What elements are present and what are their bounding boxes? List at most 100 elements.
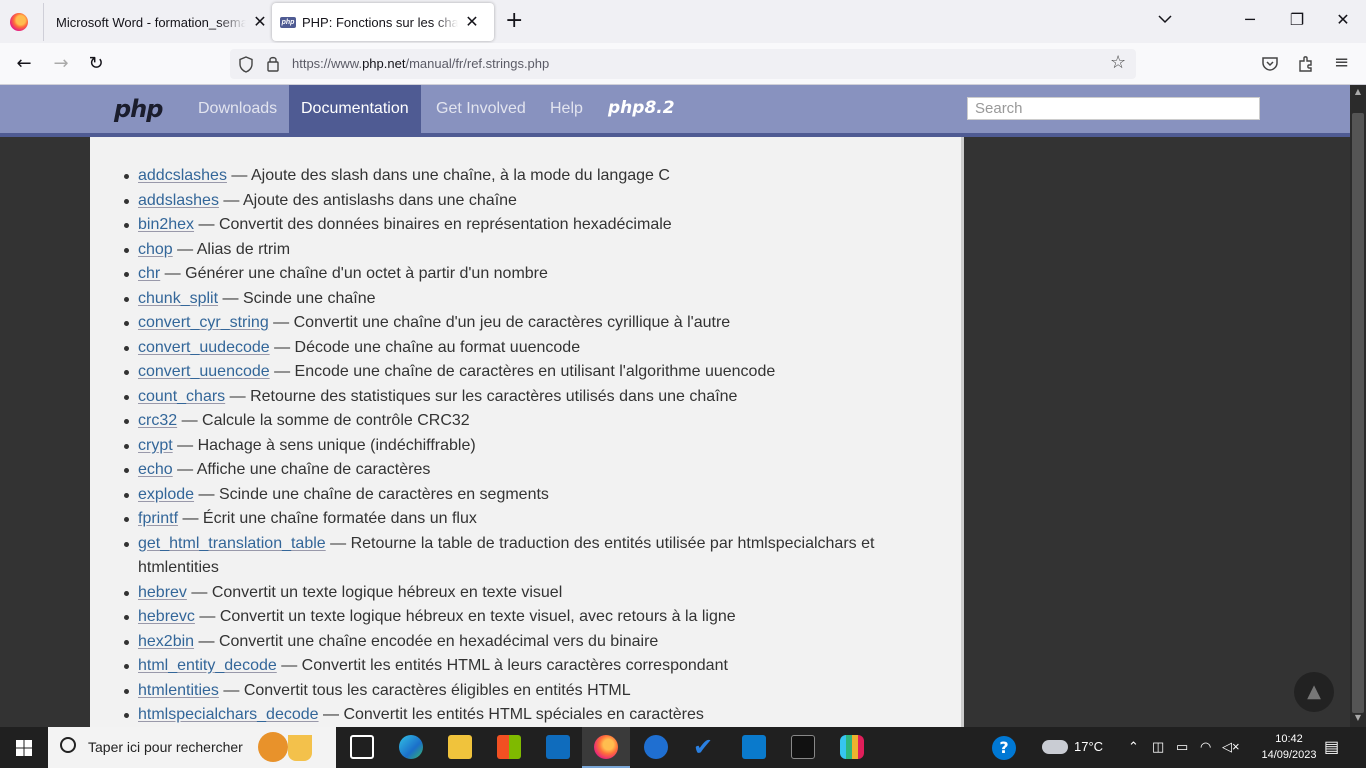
function-link[interactable]: convert_uudecode	[138, 339, 270, 356]
url-text[interactable]: https://www.php.net/manual/fr/ref.string…	[292, 56, 549, 71]
list-item: hex2bin — Convertit une chaîne encodée e…	[124, 630, 938, 655]
slack-icon[interactable]	[840, 735, 864, 759]
tab-title: PHP: Fonctions sur les chaînes de caract…	[302, 14, 458, 30]
function-description: — Affiche une chaîne de caractères	[172, 461, 431, 478]
list-item: htmlspecialchars_decode — Convertit les …	[124, 703, 938, 728]
function-link[interactable]: chunk_split	[138, 290, 218, 307]
function-link[interactable]: explode	[138, 486, 194, 503]
task-view-icon[interactable]	[350, 735, 374, 759]
reload-icon[interactable]: ↻	[85, 53, 107, 75]
php-version-banner[interactable]: php8.2	[608, 98, 675, 118]
function-link[interactable]: get_html_translation_table	[138, 535, 326, 552]
thunderbird-icon[interactable]	[644, 735, 668, 759]
battery-icon[interactable]: ▭	[1176, 739, 1188, 755]
meet-now-icon[interactable]: ◫	[1152, 739, 1164, 755]
search-icon	[60, 737, 76, 753]
function-link[interactable]: hebrevc	[138, 608, 195, 625]
notifications-icon[interactable]: ▤	[1324, 737, 1339, 757]
store-icon[interactable]	[497, 735, 521, 759]
nav-documentation[interactable]: Documentation	[289, 85, 421, 133]
function-link[interactable]: chop	[138, 241, 173, 258]
list-item: convert_uudecode — Décode une chaîne au …	[124, 336, 938, 361]
scroll-down-icon[interactable]: ▼	[1350, 713, 1366, 722]
function-link[interactable]: crc32	[138, 412, 177, 429]
tab-php[interactable]: php PHP: Fonctions sur les chaînes de ca…	[272, 3, 494, 41]
firefox-taskbar-button[interactable]	[582, 727, 630, 768]
function-link[interactable]: bin2hex	[138, 216, 194, 233]
php-header: php Downloads Documentation Get Involved…	[0, 85, 1350, 133]
search-input[interactable]: Search	[967, 97, 1260, 120]
extensions-icon[interactable]	[1297, 55, 1315, 73]
function-link[interactable]: hebrev	[138, 584, 187, 601]
scrollbar-thumb[interactable]	[1352, 113, 1364, 713]
close-window-icon[interactable]: ✕	[1333, 10, 1353, 29]
function-link[interactable]: htmlentities	[138, 682, 219, 699]
function-link[interactable]: htmlspecialchars_decode	[138, 706, 319, 723]
url-bar[interactable]: https://www.php.net/manual/fr/ref.string…	[230, 49, 1136, 79]
list-tabs-chevron-icon[interactable]	[1158, 12, 1172, 28]
tab-title: Microsoft Word - formation_semaine	[56, 14, 246, 30]
close-tab-icon[interactable]: ✕	[464, 12, 480, 32]
taskbar-search-box[interactable]: Taper ici pour rechercher	[48, 727, 336, 768]
function-description: — Écrit une chaîne formatée dans un flux	[178, 510, 477, 527]
pocket-icon[interactable]	[1261, 56, 1279, 72]
function-link[interactable]: crypt	[138, 437, 173, 454]
bookmark-star-icon[interactable]: ☆	[1110, 52, 1126, 73]
mail-icon[interactable]	[546, 735, 570, 759]
new-tab-button[interactable]: +	[505, 10, 523, 32]
function-link[interactable]: convert_cyr_string	[138, 314, 269, 331]
list-item: crypt — Hachage à sens unique (indéchiff…	[124, 434, 938, 459]
lock-icon[interactable]	[266, 55, 280, 72]
close-tab-icon[interactable]: ✕	[252, 12, 268, 32]
list-item: get_html_translation_table — Retourne la…	[124, 532, 938, 581]
windows-start-icon[interactable]	[16, 740, 32, 756]
menu-hamburger-icon[interactable]: ≡	[1334, 52, 1349, 73]
scroll-up-icon[interactable]: ▲	[1350, 87, 1366, 96]
php-favicon-icon: php	[280, 16, 296, 28]
function-link[interactable]: count_chars	[138, 388, 225, 405]
list-item: echo — Affiche une chaîne de caractères	[124, 458, 938, 483]
wifi-icon[interactable]: ◠	[1200, 739, 1211, 755]
function-link[interactable]: html_entity_decode	[138, 657, 277, 674]
function-link[interactable]: addcslashes	[138, 167, 227, 184]
function-link[interactable]: chr	[138, 265, 160, 282]
function-description: — Générer une chaîne d'un octet à partir…	[160, 265, 548, 282]
show-hidden-icons-chevron-icon[interactable]: ⌃	[1128, 739, 1139, 755]
restore-icon[interactable]: ❐	[1287, 10, 1307, 29]
function-link[interactable]: hex2bin	[138, 633, 194, 650]
file-explorer-icon[interactable]	[448, 735, 472, 759]
list-item: bin2hex — Convertit des données binaires…	[124, 213, 938, 238]
nav-get-involved[interactable]: Get Involved	[424, 85, 538, 133]
function-link[interactable]: fprintf	[138, 510, 178, 527]
function-description: — Calcule la somme de contrôle CRC32	[177, 412, 470, 429]
scroll-to-top-button[interactable]: ▲	[1294, 672, 1334, 712]
nav-help[interactable]: Help	[538, 85, 595, 133]
minimize-icon[interactable]: ─	[1240, 10, 1260, 29]
list-item: hebrev — Convertit un texte logique hébr…	[124, 581, 938, 606]
list-item: htmlentities — Convertit tous les caract…	[124, 679, 938, 704]
help-icon[interactable]: ?	[992, 736, 1016, 760]
page-scrollbar[interactable]: ▲ ▼	[1350, 85, 1366, 727]
function-list: addcslashes — Ajoute des slash dans une …	[124, 164, 938, 728]
todo-check-icon[interactable]: ✔	[693, 735, 717, 759]
volume-muted-icon[interactable]: ◁×	[1222, 739, 1240, 755]
taskbar-clock[interactable]: 10:42 14/09/2023	[1260, 731, 1318, 763]
function-link[interactable]: echo	[138, 461, 173, 478]
vscode-icon[interactable]	[742, 735, 766, 759]
weather-temperature[interactable]: 17°C	[1074, 739, 1103, 754]
function-link[interactable]: addslashes	[138, 192, 219, 209]
php-logo[interactable]: php	[114, 95, 163, 123]
back-arrow-icon[interactable]: ←	[13, 53, 35, 75]
function-description: — Hachage à sens unique (indéchiffrable)	[172, 436, 476, 454]
nav-downloads[interactable]: Downloads	[186, 85, 289, 133]
list-item: fprintf — Écrit une chaîne formatée dans…	[124, 507, 938, 532]
forward-arrow-icon[interactable]: →	[50, 53, 72, 75]
firefox-icon	[594, 735, 618, 759]
function-link[interactable]: convert_uuencode	[138, 363, 270, 380]
firefox-icon[interactable]	[10, 13, 28, 31]
shield-icon[interactable]	[238, 56, 254, 73]
tab-word[interactable]: Microsoft Word - formation_semaine ✕	[43, 3, 269, 41]
cloud-weather-icon[interactable]	[1042, 740, 1068, 754]
edge-icon[interactable]	[399, 735, 423, 759]
terminal-icon[interactable]	[791, 735, 815, 759]
